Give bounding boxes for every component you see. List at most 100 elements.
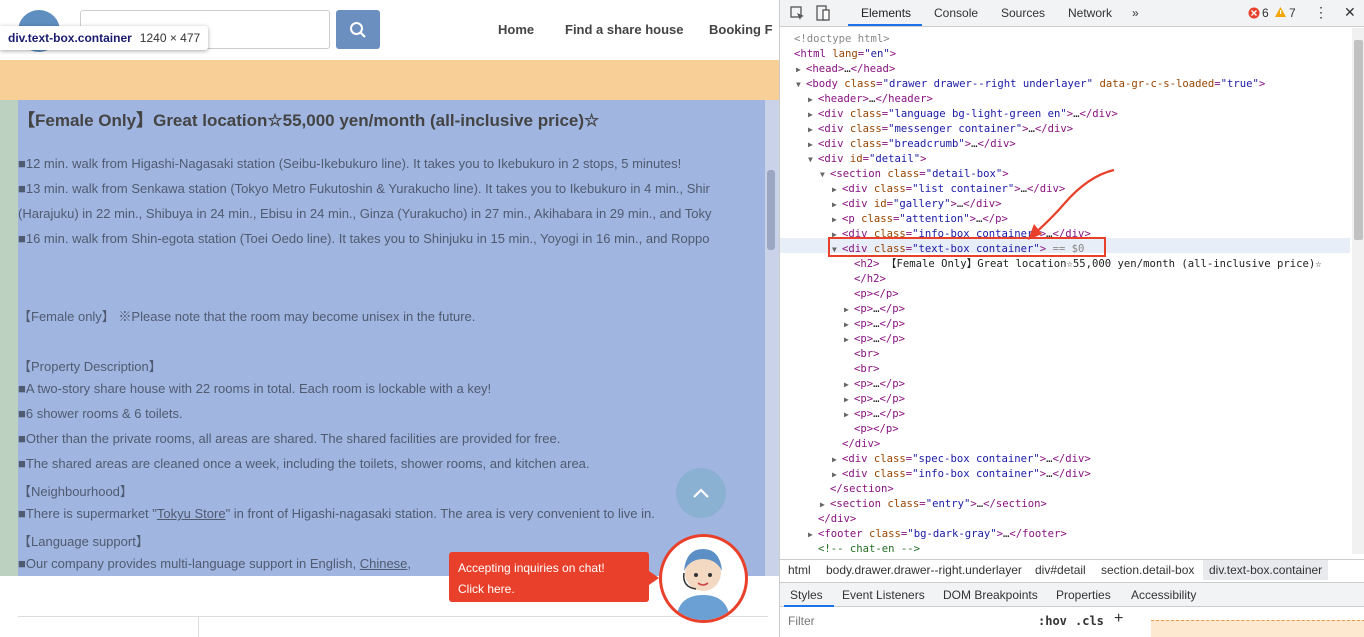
dom-node-line[interactable]: ▶ <p>…</p> [844, 392, 905, 407]
tab-console[interactable]: Console [934, 6, 978, 20]
dom-node-line[interactable]: ▶ <footer class="bg-dark-gray">…</footer> [808, 527, 1067, 542]
nav-booking[interactable]: Booking F [709, 22, 773, 37]
inspect-element-icon[interactable] [790, 6, 805, 21]
dom-node-line[interactable]: ▼ <div id="detail"> [808, 152, 926, 167]
crumb-body[interactable]: body.drawer.drawer--right.underlayer [826, 563, 1022, 577]
tab-network[interactable]: Network [1068, 6, 1112, 20]
cls-toggle[interactable]: .cls [1075, 614, 1104, 628]
dom-node-line[interactable]: ▶ <div class="info-box container">…</div> [832, 467, 1091, 482]
collapsed-triangle-icon[interactable]: ▶ [832, 212, 837, 227]
crumb-section[interactable]: section.detail-box [1101, 563, 1194, 577]
dom-node-line[interactable]: ▶ <div class="breadcrumb">…</div> [808, 137, 1016, 152]
expanded-triangle-icon[interactable]: ▼ [808, 152, 813, 167]
dom-tree[interactable]: <!doctype html> <html lang="en"> ▶ <head>…<… [780, 28, 1350, 554]
collapsed-triangle-icon[interactable]: ▶ [808, 107, 813, 122]
dom-node-line[interactable]: ▶ <div class="messenger container">…</div… [808, 122, 1073, 137]
device-toolbar-icon[interactable] [816, 5, 830, 21]
subtab-dom-breakpoints[interactable]: DOM Breakpoints [943, 588, 1038, 602]
collapsed-triangle-icon[interactable]: ▶ [832, 467, 837, 482]
collapsed-triangle-icon[interactable]: ▶ [832, 197, 837, 212]
dom-node-line[interactable]: ▼ <body class="drawer drawer--right under… [796, 77, 1265, 92]
dom-node-line[interactable]: ▶ <div id="gallery">…</div> [832, 197, 1002, 212]
dom-node-line[interactable]: ▶ <section class="entry">…</section> [820, 497, 1047, 512]
crumb-text-box[interactable]: div.text-box.container [1203, 560, 1329, 580]
subtab-properties[interactable]: Properties [1056, 588, 1111, 602]
dom-node-line[interactable]: ▶ <div class="language bg-light-green en"… [808, 107, 1118, 122]
collapsed-triangle-icon[interactable]: ▶ [808, 122, 813, 137]
chinese-link[interactable]: Chinese [360, 556, 408, 571]
search-button[interactable] [336, 10, 380, 49]
collapsed-triangle-icon[interactable]: ▶ [832, 452, 837, 467]
dom-token: class [861, 213, 894, 225]
collapsed-triangle-icon[interactable]: ▶ [808, 92, 813, 107]
dom-token: > [1002, 168, 1009, 180]
dom-node-line[interactable]: <br> [854, 362, 880, 377]
dom-token: </div> [1052, 468, 1091, 480]
collapsed-triangle-icon[interactable]: ▶ [808, 137, 813, 152]
collapsed-triangle-icon[interactable]: ▶ [844, 302, 849, 317]
collapsed-triangle-icon[interactable]: ▶ [820, 497, 825, 512]
subtab-event-listeners[interactable]: Event Listeners [842, 588, 925, 602]
close-icon[interactable]: ✕ [1344, 4, 1356, 21]
dom-node-line[interactable]: ▶ <div class="spec-box container">…</div> [832, 452, 1091, 467]
nav-find-share-house[interactable]: Find a share house [565, 22, 683, 37]
crumb-html[interactable]: html [788, 563, 811, 577]
tab-elements[interactable]: Elements [861, 6, 911, 20]
dom-node-line[interactable]: ▶ <p class="attention">…</p> [832, 212, 1008, 227]
scroll-to-top-button[interactable] [676, 468, 726, 518]
collapsed-triangle-icon[interactable]: ▶ [844, 407, 849, 422]
collapsed-triangle-icon[interactable]: ▶ [796, 62, 801, 77]
dom-node-line[interactable]: </section> [830, 482, 894, 497]
content-line: ■16 min. walk from Shin-egota station (T… [18, 231, 710, 246]
tokyu-store-link[interactable]: Tokyu Store [157, 506, 226, 521]
dom-node-line[interactable]: ▶ <p>…</p> [844, 377, 905, 392]
dom-node-line[interactable]: <!-- chat-en --> [818, 542, 920, 554]
dom-node-line[interactable]: ▶ <p>…</p> [844, 317, 905, 332]
dom-node-line[interactable]: <p></p> [854, 287, 899, 302]
dom-node-line[interactable]: ▶ <p>…</p> [844, 407, 905, 422]
dom-node-line[interactable]: <html lang="en"> [794, 47, 896, 62]
dom-node-line[interactable]: <!doctype html> [794, 32, 890, 47]
crumb-detail[interactable]: div#detail [1035, 563, 1086, 577]
dom-node-line[interactable]: <br> [854, 347, 880, 362]
collapsed-triangle-icon[interactable]: ▶ [844, 377, 849, 392]
dom-node-line[interactable]: ▶ <p>…</p> [844, 332, 905, 347]
nav-home[interactable]: Home [498, 22, 534, 37]
dom-token: "language bg-light-green en" [888, 108, 1067, 120]
dom-node-line[interactable]: ▶ <p>…</p> [844, 302, 905, 317]
new-style-rule-button[interactable]: + [1114, 610, 1123, 628]
dom-node-line[interactable]: <p></p> [854, 422, 899, 437]
dom-node-line[interactable]: </h2> [854, 272, 886, 287]
error-count[interactable]: 6 [1262, 6, 1269, 20]
subtab-styles[interactable]: Styles [790, 588, 823, 602]
dom-token: </head> [850, 63, 896, 75]
chat-bubble[interactable]: Accepting inquiries on chat! Click here. [449, 552, 659, 602]
expanded-triangle-icon[interactable]: ▼ [796, 77, 801, 92]
collapsed-triangle-icon[interactable]: ▶ [832, 182, 837, 197]
dom-node-line[interactable]: ▶ <header>…</header> [808, 92, 933, 107]
page-scrollbar-thumb[interactable] [767, 170, 775, 250]
chat-avatar[interactable] [659, 534, 748, 623]
collapsed-triangle-icon[interactable]: ▶ [844, 332, 849, 347]
collapsed-triangle-icon[interactable]: ▶ [844, 392, 849, 407]
subtab-accessibility[interactable]: Accessibility [1131, 588, 1196, 602]
settings-menu-icon[interactable]: ⋮ [1314, 4, 1328, 21]
tab-sources[interactable]: Sources [1001, 6, 1045, 20]
collapsed-triangle-icon[interactable]: ▶ [844, 317, 849, 332]
dom-node-line[interactable]: </div> [842, 437, 880, 452]
hov-toggle[interactable]: :hov [1038, 614, 1067, 628]
chat-line-1: Accepting inquiries on chat! [458, 561, 605, 575]
dom-node-line[interactable]: ▶ <head>…</head> [796, 62, 896, 77]
dom-token: </div> [1052, 453, 1091, 465]
expanded-triangle-icon[interactable]: ▼ [820, 167, 825, 182]
dom-node-line[interactable]: ▼ <section class="detail-box"> [820, 167, 1009, 182]
more-tabs-button[interactable]: » [1132, 6, 1139, 20]
warning-count[interactable]: 7 [1289, 6, 1296, 20]
dom-node-line[interactable]: </div> [818, 512, 856, 527]
dom-token: "true" [1220, 78, 1259, 90]
dom-node-line[interactable]: <h2> 【Female Only】Great location☆55,000 … [854, 257, 1322, 272]
collapsed-triangle-icon[interactable]: ▶ [808, 527, 813, 542]
highlight-padding-left [0, 100, 18, 576]
dom-tree-scrollbar-thumb[interactable] [1354, 40, 1363, 240]
filter-input[interactable]: Filter [788, 614, 815, 628]
